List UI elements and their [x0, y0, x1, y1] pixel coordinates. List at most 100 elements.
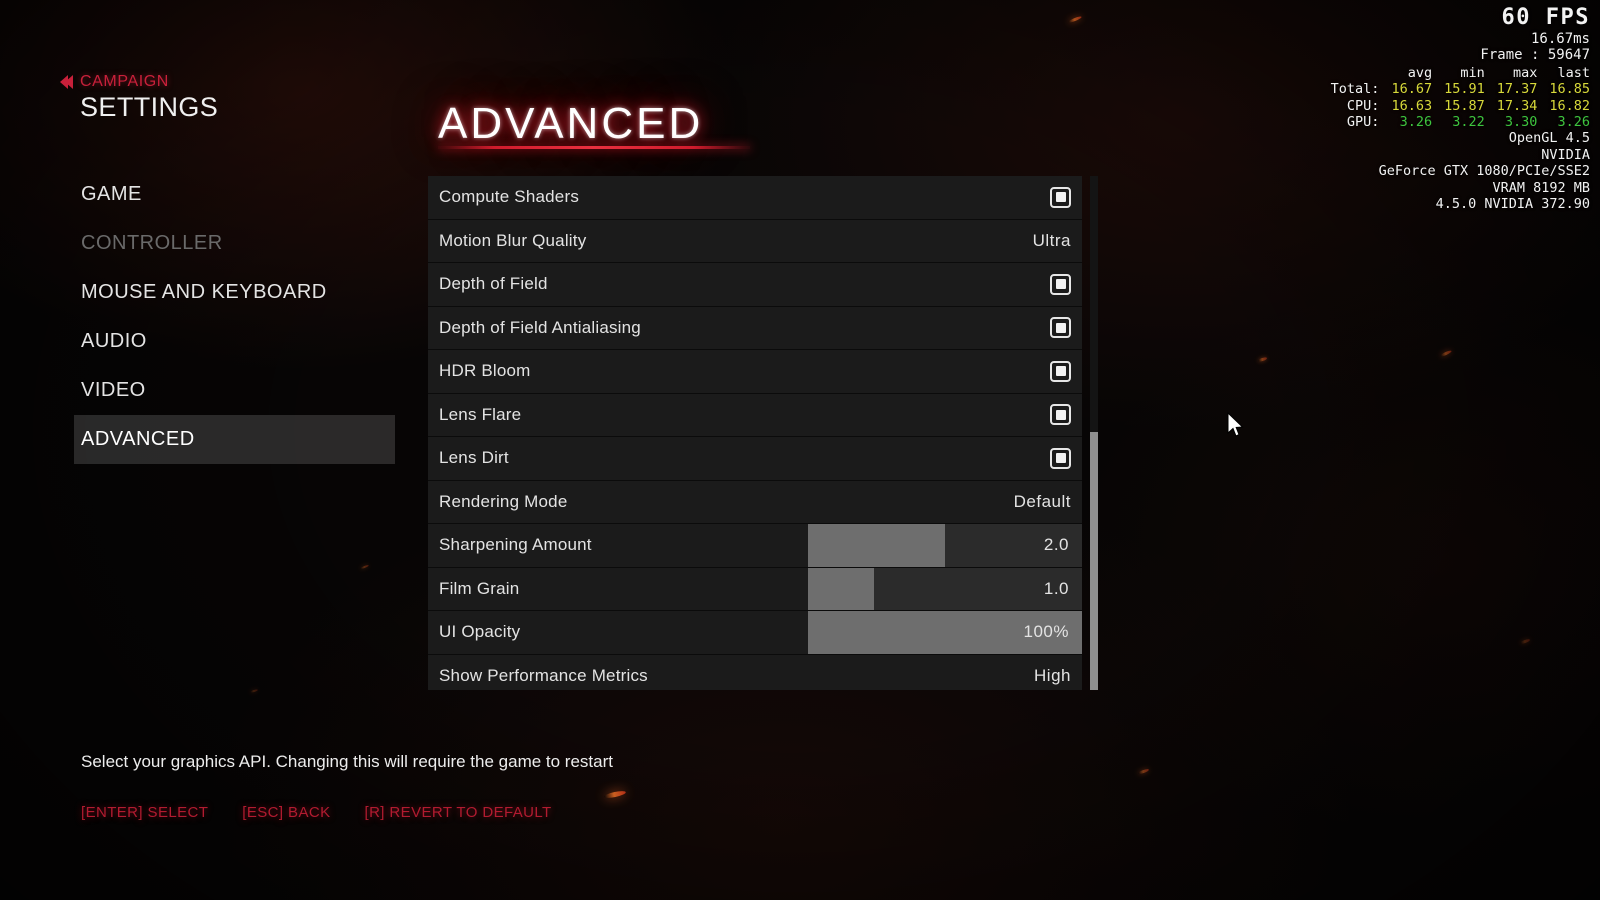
sidebar-item-video[interactable]: VIDEO — [0, 366, 420, 415]
perf-table-header-row: avg min max last — [1331, 65, 1590, 81]
sidebar-item-audio[interactable]: AUDIO — [0, 317, 420, 366]
perf-value: 3.22 — [1452, 114, 1485, 131]
sidebar-item-label: MOUSE AND KEYBOARD — [81, 281, 327, 303]
perf-table-row: GPU: 3.26 3.22 3.30 3.26 — [1331, 114, 1590, 130]
setting-label: Sharpening Amount — [439, 535, 592, 555]
checkbox-filled-indicator — [1055, 192, 1066, 203]
setting-row[interactable]: Show Performance Metrics High — [428, 654, 1082, 690]
sidebar-item-label: GAME — [81, 183, 142, 205]
setting-label: Depth of Field — [439, 274, 548, 294]
perf-row-label: GPU: — [1346, 114, 1380, 131]
setting-value: Default — [1013, 491, 1071, 511]
perf-value: 15.87 — [1444, 97, 1485, 114]
double-chevron-left-icon[interactable] — [60, 75, 73, 89]
setting-value: 100% — [1023, 622, 1069, 642]
perf-row-label: Total: — [1330, 81, 1380, 98]
breadcrumb[interactable]: CAMPAIGN — [60, 73, 169, 91]
setting-label: Rendering Mode — [439, 491, 568, 511]
settings-scrollbar-track[interactable] — [1090, 176, 1098, 690]
setting-control[interactable] — [1050, 447, 1082, 469]
setting-value: 1.0 — [1043, 578, 1069, 598]
setting-control[interactable] — [1050, 273, 1082, 295]
setting-control[interactable]: 1.0 — [1044, 579, 1082, 599]
sidebar-item-advanced[interactable]: ADVANCED — [74, 415, 395, 464]
sidebar-item-label: CONTROLLER — [81, 232, 223, 254]
perf-value: 15.91 — [1444, 81, 1485, 98]
checkbox-filled-indicator — [1055, 453, 1066, 464]
setting-row[interactable]: Depth of Field Antialiasing — [428, 306, 1082, 350]
sidebar-item-game[interactable]: GAME — [0, 170, 420, 219]
setting-label: Show Performance Metrics — [439, 665, 648, 685]
perf-frame-counter: Frame : 59647 — [1480, 47, 1590, 64]
setting-control[interactable] — [1050, 360, 1082, 382]
perf-column-header: last — [1557, 64, 1590, 81]
settings-scrollbar-thumb[interactable] — [1090, 432, 1098, 690]
perf-table-row: Total: 16.67 15.91 17.37 16.85 — [1331, 81, 1590, 97]
setting-label: HDR Bloom — [439, 361, 531, 381]
perf-system-info: OpenGL 4.5 NVIDIA GeForce GTX 1080/PCIe/SS… — [1331, 130, 1590, 212]
checkbox-icon[interactable] — [1050, 404, 1071, 426]
perf-value: 17.34 — [1496, 97, 1538, 114]
setting-row[interactable]: Motion Blur Quality Ultra — [428, 219, 1082, 263]
setting-value: High — [1034, 665, 1071, 685]
perf-column-header: min — [1460, 64, 1485, 81]
setting-row[interactable]: Compute Shaders — [428, 176, 1082, 220]
setting-row[interactable]: HDR Bloom — [428, 350, 1082, 394]
setting-control[interactable] — [1050, 317, 1082, 339]
setting-row[interactable]: Lens Flare — [428, 393, 1082, 437]
setting-row[interactable]: Lens Dirt — [428, 437, 1082, 481]
sidebar-item-label: VIDEO — [81, 379, 146, 401]
setting-row[interactable]: Rendering Mode Default — [428, 480, 1082, 524]
setting-label: Lens Flare — [439, 404, 522, 424]
checkbox-icon[interactable] — [1050, 317, 1071, 339]
slider-track[interactable] — [808, 524, 1082, 567]
slider-fill — [808, 524, 945, 567]
setting-control[interactable] — [1050, 404, 1082, 426]
setting-control[interactable]: 2.0 — [1044, 535, 1082, 555]
mouse-pointer-icon — [1227, 412, 1244, 437]
checkbox-filled-indicator — [1055, 322, 1066, 333]
slider-track[interactable] — [808, 567, 1082, 610]
checkbox-icon[interactable] — [1050, 273, 1071, 295]
key-hint[interactable]: [ENTER] SELECT — [81, 804, 208, 821]
perf-value: 3.30 — [1504, 114, 1538, 131]
setting-control[interactable] — [1050, 186, 1082, 208]
checkbox-filled-indicator — [1055, 366, 1066, 377]
setting-label: Compute Shaders — [439, 187, 580, 207]
perf-value: 16.63 — [1391, 97, 1433, 114]
setting-value: 2.0 — [1043, 535, 1069, 555]
checkbox-icon[interactable] — [1050, 186, 1071, 208]
setting-control[interactable]: Default — [1014, 492, 1082, 512]
setting-label: Motion Blur Quality — [439, 230, 587, 250]
perf-value: 17.37 — [1496, 81, 1538, 98]
perf-system-line: GeForce GTX 1080/PCIe/SSE2 — [1378, 163, 1590, 180]
setting-row[interactable]: Film Grain 1.0 — [428, 567, 1082, 611]
key-hint[interactable]: [R] REVERT TO DEFAULT — [365, 804, 552, 821]
perf-system-line: 4.5.0 NVIDIA 372.90 — [1435, 196, 1590, 213]
key-hint[interactable]: [ESC] BACK — [242, 804, 330, 821]
key-hints-bar: [ENTER] SELECT [ESC] BACK [R] REVERT TO DE… — [81, 804, 552, 821]
setting-label: Film Grain — [439, 578, 520, 598]
perf-value: 16.85 — [1549, 81, 1590, 98]
sidebar-item-controller: CONTROLLER — [0, 219, 420, 268]
checkbox-icon[interactable] — [1050, 447, 1071, 469]
setting-control[interactable]: 100% — [1024, 622, 1082, 642]
perf-column-header: avg — [1407, 64, 1433, 81]
perf-table: avg min max last Total: 16.67 15.91 17.37 16.85 C… — [1331, 65, 1590, 131]
context-hint-text: Select your graphics API. Changing this … — [81, 752, 613, 771]
setting-control[interactable]: High — [1034, 666, 1082, 686]
checkbox-icon[interactable] — [1050, 360, 1071, 382]
breadcrumb-parent-label[interactable]: CAMPAIGN — [80, 73, 169, 91]
setting-row[interactable]: Sharpening Amount 2.0 — [428, 524, 1082, 568]
setting-row[interactable]: Depth of Field — [428, 263, 1082, 307]
setting-row[interactable]: UI Opacity 100% — [428, 611, 1082, 655]
perf-column-header: max — [1512, 64, 1538, 81]
setting-label: Depth of Field Antialiasing — [439, 317, 641, 337]
perf-value: 3.26 — [1399, 114, 1433, 131]
perf-value: 16.82 — [1549, 97, 1590, 114]
perf-system-line: NVIDIA — [1541, 146, 1590, 163]
sidebar-item-mouse-and-keyboard[interactable]: MOUSE AND KEYBOARD — [0, 268, 420, 317]
perf-system-line: OpenGL 4.5 — [1508, 130, 1590, 147]
page-title: ADVANCED — [438, 99, 704, 148]
setting-control[interactable]: Ultra — [1033, 231, 1082, 251]
